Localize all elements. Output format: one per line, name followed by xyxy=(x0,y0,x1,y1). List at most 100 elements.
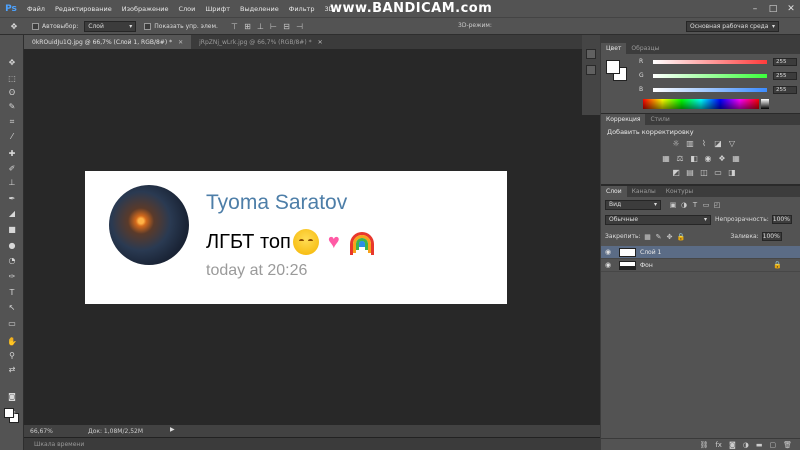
close-icon[interactable]: ✕ xyxy=(178,39,183,46)
lasso-tool-icon[interactable]: ʘ xyxy=(5,86,19,98)
close-icon[interactable]: ✕ xyxy=(318,39,323,46)
blur-tool-icon[interactable]: ● xyxy=(5,239,19,251)
tab-adjustments[interactable]: Коррекция xyxy=(601,114,646,125)
marquee-tool-icon[interactable]: ⬚ xyxy=(5,72,19,84)
status-menu-arrow-icon[interactable]: ▶ xyxy=(170,426,175,433)
filter-shape-icon[interactable]: ▭ xyxy=(702,201,710,209)
move-tool-icon[interactable]: ✥ xyxy=(5,56,19,68)
history-brush-tool-icon[interactable]: ✒ xyxy=(5,192,19,204)
align-center-icon[interactable]: ⊟ xyxy=(282,22,291,31)
color-spectrum[interactable] xyxy=(643,99,759,109)
vibrance-icon[interactable]: ▽ xyxy=(727,139,737,149)
layer-filter-dropdown[interactable]: Вид ▾ xyxy=(605,199,661,210)
filter-adjustment-icon[interactable]: ◑ xyxy=(680,201,688,209)
crop-tool-icon[interactable]: ⌗ xyxy=(5,116,19,128)
show-controls-checkbox[interactable] xyxy=(144,22,152,30)
lock-all-icon[interactable]: 🔒 xyxy=(677,233,686,241)
posterize-icon[interactable]: ▤ xyxy=(685,168,695,178)
brightness-contrast-icon[interactable]: ☼ xyxy=(671,139,681,149)
gradient-tool-icon[interactable]: ■ xyxy=(5,223,19,235)
hue-saturation-icon[interactable]: ▦ xyxy=(661,154,671,164)
tab-swatches[interactable]: Образцы xyxy=(626,43,664,54)
align-middle-icon[interactable]: ⊞ xyxy=(243,22,252,31)
exposure-icon[interactable]: ◪ xyxy=(713,139,723,149)
menu-item-filter[interactable]: Фильтр xyxy=(284,5,320,13)
gradient-map-icon[interactable]: ▭ xyxy=(713,168,723,178)
tab-styles[interactable]: Стили xyxy=(645,114,674,125)
menu-item-image[interactable]: Изображение xyxy=(117,5,174,13)
path-select-tool-icon[interactable]: ↖ xyxy=(5,301,19,313)
layer-mask-icon[interactable]: ◙ xyxy=(729,441,736,449)
color-lookup-icon[interactable]: ▦ xyxy=(731,154,741,164)
align-top-icon[interactable]: ⊤ xyxy=(230,22,239,31)
shape-tool-icon[interactable]: ▭ xyxy=(5,317,19,329)
link-layers-icon[interactable]: ⛓ xyxy=(699,441,708,449)
autoselect-dropdown[interactable]: Слой ▾ xyxy=(84,20,137,32)
zoom-level[interactable]: 66,67% xyxy=(24,428,54,435)
black-white-icon[interactable]: ◧ xyxy=(689,154,699,164)
photo-filter-icon[interactable]: ◉ xyxy=(703,154,713,164)
autoselect-checkbox[interactable] xyxy=(32,22,39,30)
tab-color[interactable]: Цвет xyxy=(601,43,627,54)
foreground-color-swatch[interactable] xyxy=(4,408,14,418)
menu-item-layers[interactable]: Слои xyxy=(173,5,200,13)
brush-tool-icon[interactable]: ✐ xyxy=(5,162,19,174)
move-tool-preset-icon[interactable]: ✥ xyxy=(4,19,24,33)
red-channel-slider[interactable] xyxy=(653,59,767,64)
blend-mode-dropdown[interactable]: Обычные ▾ xyxy=(605,214,711,225)
maximize-button[interactable]: □ xyxy=(768,4,778,14)
blue-channel-slider[interactable] xyxy=(653,87,767,92)
curves-icon[interactable]: ⌇ xyxy=(699,139,709,149)
properties-panel-icon[interactable] xyxy=(586,65,596,75)
menu-item-type[interactable]: Шрифт xyxy=(200,5,235,13)
quick-mask-icon[interactable]: ◙ xyxy=(5,390,19,402)
document-tab-1[interactable]: 0kROuidJu1Q.jpg @ 66,7% (Слой 1, RGB/8#)… xyxy=(24,35,192,49)
tab-layers[interactable]: Слои xyxy=(601,186,627,197)
pen-tool-icon[interactable]: ✑ xyxy=(5,270,19,282)
align-bottom-icon[interactable]: ⊥ xyxy=(256,22,265,31)
zoom-tool-icon[interactable]: ⚲ xyxy=(5,349,19,361)
adjustment-layer-icon[interactable]: ◑ xyxy=(743,441,749,449)
new-layer-icon[interactable]: ▢ xyxy=(769,441,776,449)
timeline-panel[interactable]: Шкала времени xyxy=(24,437,600,450)
layer-row-layer-1[interactable]: ◉ Слой 1 xyxy=(601,246,800,259)
workspace-dropdown[interactable]: Основная рабочая среда ▾ xyxy=(686,21,779,32)
opacity-input[interactable]: 100% xyxy=(771,215,792,224)
menu-item-select[interactable]: Выделение xyxy=(235,5,284,13)
tab-paths[interactable]: Контуры xyxy=(661,186,698,197)
eyedropper-tool-icon[interactable]: ⁄ xyxy=(5,130,19,142)
visibility-eye-icon[interactable]: ◉ xyxy=(601,248,615,256)
history-panel-icon[interactable] xyxy=(586,49,596,59)
align-right-icon[interactable]: ⊣ xyxy=(295,22,304,31)
filter-type-icon[interactable]: T xyxy=(691,201,699,209)
green-channel-value[interactable]: 255 xyxy=(773,71,797,80)
channel-mixer-icon[interactable]: ❖ xyxy=(717,154,727,164)
visibility-eye-icon[interactable]: ◉ xyxy=(601,261,615,269)
hand-tool-icon[interactable]: ✋ xyxy=(5,335,19,347)
align-left-icon[interactable]: ⊢ xyxy=(269,22,278,31)
green-channel-slider[interactable] xyxy=(653,73,767,78)
eraser-tool-icon[interactable]: ◢ xyxy=(5,207,19,219)
selective-color-icon[interactable]: ◨ xyxy=(727,168,737,178)
swap-colors-icon[interactable]: ⇄ xyxy=(5,363,19,375)
threshold-icon[interactable]: ◫ xyxy=(699,168,709,178)
menu-item-file[interactable]: Файл xyxy=(22,5,50,13)
minimize-button[interactable]: – xyxy=(750,4,760,14)
lock-image-icon[interactable]: ✎ xyxy=(655,233,663,241)
close-button[interactable]: ✕ xyxy=(786,4,796,14)
quick-select-tool-icon[interactable]: ✎ xyxy=(5,100,19,112)
lock-transparent-icon[interactable]: ▦ xyxy=(644,233,652,241)
dodge-tool-icon[interactable]: ◔ xyxy=(5,254,19,266)
color-balance-icon[interactable]: ⚖ xyxy=(675,154,685,164)
grayscale-ramp[interactable] xyxy=(761,99,769,109)
lock-position-icon[interactable]: ✥ xyxy=(666,233,674,241)
clone-stamp-tool-icon[interactable]: ⊥ xyxy=(5,176,19,188)
type-tool-icon[interactable]: T xyxy=(5,286,19,298)
fill-input[interactable]: 100% xyxy=(761,232,782,241)
color-panel-foreground-swatch[interactable] xyxy=(606,60,620,74)
blue-channel-value[interactable]: 255 xyxy=(773,85,797,94)
red-channel-value[interactable]: 255 xyxy=(773,57,797,66)
document-tab-2[interactable]: jRpZNj_wLrk.jpg @ 66,7% (RGB/8#) * ✕ xyxy=(191,35,331,49)
filter-smart-object-icon[interactable]: ◰ xyxy=(713,201,721,209)
new-group-icon[interactable]: ▬ xyxy=(756,441,763,449)
